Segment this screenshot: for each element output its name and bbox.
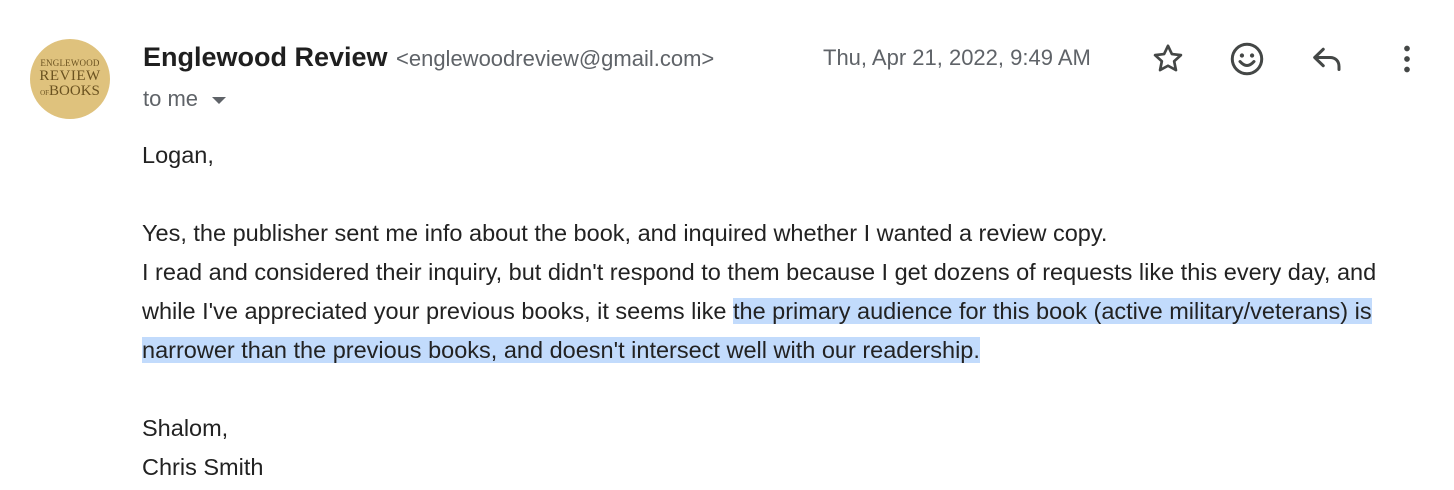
sender-email: <englewoodreview@gmail.com> xyxy=(396,46,715,71)
emoji-icon xyxy=(1230,42,1264,76)
message-greeting: Logan, xyxy=(142,142,214,168)
sender-avatar[interactable]: ENGLEWOOD REVIEW OFBOOKS xyxy=(30,39,110,119)
message-signature: Chris Smith xyxy=(142,454,264,480)
recipient-details-toggle[interactable]: to me xyxy=(143,86,227,112)
more-vert-icon xyxy=(1404,45,1410,73)
more-options-button[interactable] xyxy=(1386,38,1428,80)
avatar-logo-line1: ENGLEWOOD xyxy=(40,58,100,68)
avatar-logo-line2: REVIEW xyxy=(39,68,101,84)
add-reaction-button[interactable] xyxy=(1226,38,1268,80)
message-body: Logan, Yes, the publisher sent me info a… xyxy=(142,136,1432,487)
recipient-label: to me xyxy=(143,86,199,111)
message-date: Thu, Apr 21, 2022, 9:49 AM xyxy=(823,45,1091,70)
sender-name[interactable]: Englewood Review xyxy=(143,42,388,72)
star-button[interactable] xyxy=(1147,38,1189,80)
star-icon xyxy=(1153,44,1183,72)
sender-info: Englewood Review <englewoodreview@gmail.… xyxy=(143,42,714,73)
reply-icon xyxy=(1313,47,1341,71)
avatar-logo-word: BOOKS xyxy=(49,83,100,99)
message-line-2: I read and considered their inquiry, but… xyxy=(142,253,1432,370)
message-closing: Shalom, xyxy=(142,415,229,441)
chevron-down-icon[interactable] xyxy=(212,96,227,104)
avatar-logo-line3: OFBOOKS xyxy=(40,84,100,99)
message-line-1: Yes, the publisher sent me info about th… xyxy=(142,220,1108,246)
reply-button[interactable] xyxy=(1306,38,1348,80)
avatar-logo-prefix: OF xyxy=(40,89,50,97)
